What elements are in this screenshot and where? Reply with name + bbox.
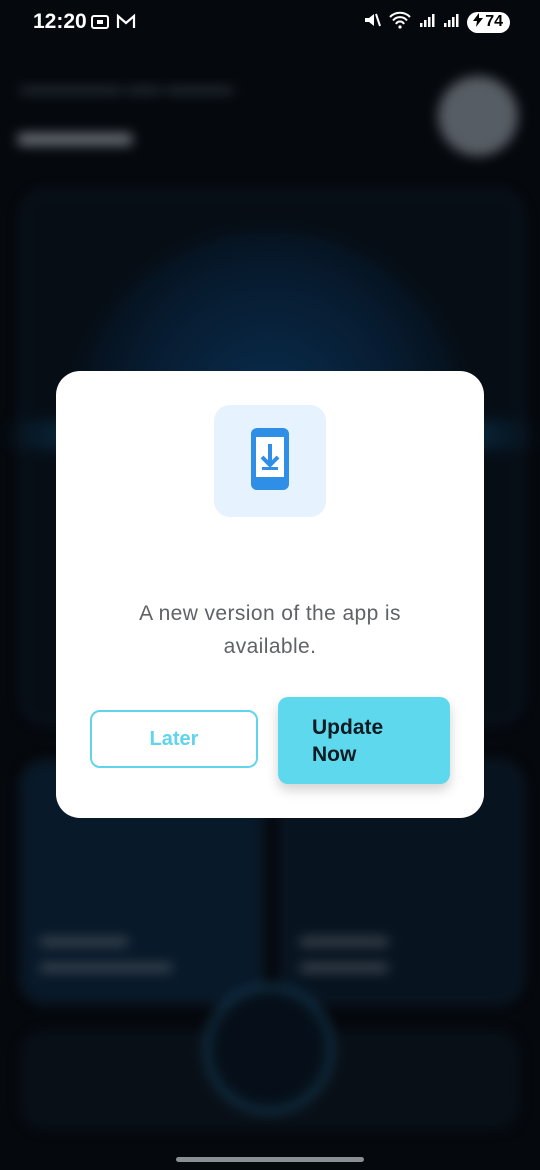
update-now-label: Update Now [312, 715, 384, 766]
status-time: 12:20 [33, 10, 87, 33]
mute-icon [363, 11, 382, 33]
update-now-button[interactable]: Update Now [278, 697, 450, 784]
status-right-icons: 74 [363, 11, 510, 33]
dialog-icon-container [214, 405, 326, 517]
later-button[interactable]: Later [90, 710, 258, 768]
background-user-name: ▬▬▬ [18, 112, 132, 154]
background-welcome-text: ▬▬▬▬▬▬ ▬▬ ▬▬▬▬ [20, 78, 234, 97]
background-avatar [438, 76, 518, 156]
signal-icon [419, 12, 435, 32]
wifi-icon [389, 11, 411, 33]
background-card-right-text: ▬▬▬▬ ▬▬▬▬ [300, 925, 388, 976]
screenshot-icon [90, 12, 110, 37]
home-indicator[interactable] [176, 1157, 364, 1162]
signal-icon [443, 12, 459, 32]
gmail-icon [116, 12, 136, 37]
background-card-left-text: ▬▬▬▬ ▬▬▬▬▬▬ [40, 925, 172, 976]
battery-level: 74 [485, 13, 503, 30]
background-center-button [205, 985, 333, 1113]
battery-bolt-icon [473, 12, 484, 32]
phone-download-icon [250, 427, 290, 496]
dialog-message: A new version of the app is available. [139, 602, 401, 658]
status-bar: 12:20 74 [0, 0, 540, 44]
battery-indicator: 74 [467, 11, 510, 33]
status-left-icons [90, 12, 136, 37]
update-dialog: A new version of the app is available. L… [56, 371, 484, 818]
